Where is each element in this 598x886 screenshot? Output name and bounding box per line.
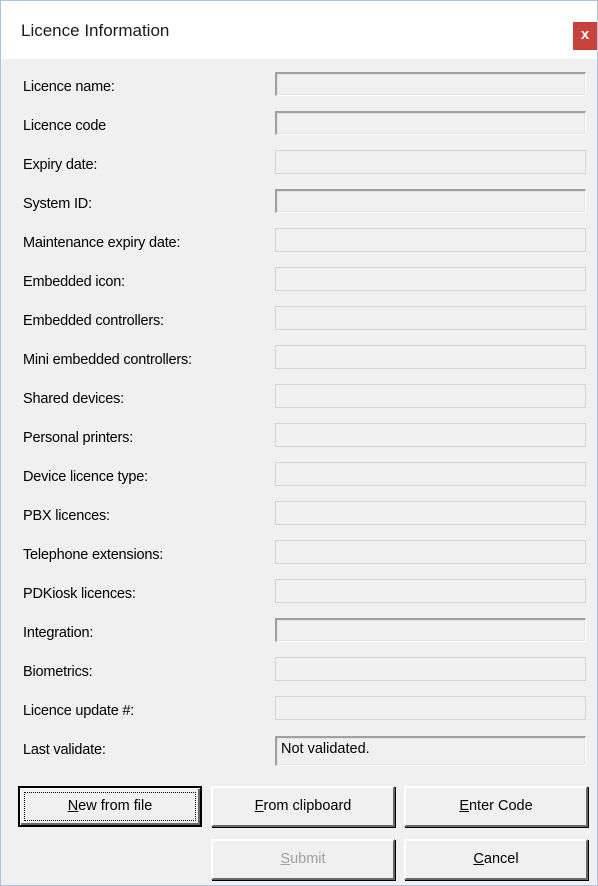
new-from-file-button[interactable]: New from file (18, 786, 202, 827)
close-button[interactable]: x (573, 22, 597, 50)
label-device-licence-type: Device licence type: (23, 469, 148, 485)
personal-printers-field (275, 423, 586, 447)
new-from-file-hotkey: N (67, 798, 79, 814)
expiry-date-field (275, 150, 586, 174)
enter-code-button[interactable]: Enter Code (404, 786, 588, 827)
cancel-hotkey: C (473, 851, 484, 867)
pbx-licences-field (275, 501, 586, 525)
device-licence-type-field (275, 462, 586, 486)
title-bar: Licence Information x (1, 1, 597, 59)
embedded-controllers-field (275, 306, 586, 330)
label-mini-embedded-controllers: Mini embedded controllers: (23, 352, 192, 368)
pdkiosk-licences-field (275, 579, 586, 603)
licence-update-field (275, 696, 586, 720)
enter-code-label: nter Code (468, 798, 533, 814)
last-validate-field: Not validated. (275, 736, 586, 766)
cancel-label: ancel (483, 851, 519, 867)
label-pdkiosk-licences: PDKiosk licences: (23, 586, 136, 602)
from-clipboard-label: rom clipboard (263, 798, 352, 814)
from-clipboard-button[interactable]: From clipboard (211, 786, 395, 827)
licence-code-field[interactable] (275, 111, 586, 135)
label-telephone-extensions: Telephone extensions: (23, 547, 164, 563)
label-shared-devices: Shared devices: (23, 391, 124, 407)
label-licence-update: Licence update #: (23, 703, 135, 719)
label-pbx-licences: PBX licences: (23, 508, 110, 524)
label-licence-code: Licence code (23, 118, 107, 134)
window-title: Licence Information (21, 21, 170, 40)
label-maintenance-expiry-date: Maintenance expiry date: (23, 235, 181, 251)
maintenance-expiry-date-field (275, 228, 586, 252)
biometrics-field (275, 657, 586, 681)
telephone-extensions-field (275, 540, 586, 564)
label-embedded-icon: Embedded icon: (23, 274, 125, 290)
enter-code-hotkey: E (459, 798, 469, 814)
from-clipboard-hotkey: F (254, 798, 264, 814)
integration-field[interactable] (275, 618, 586, 642)
label-integration: Integration: (23, 625, 94, 641)
embedded-icon-field (275, 267, 586, 291)
licence-name-field[interactable] (275, 72, 586, 96)
label-biometrics: Biometrics: (23, 664, 93, 680)
label-embedded-controllers: Embedded controllers: (23, 313, 164, 329)
label-system-id: System ID: (23, 196, 92, 212)
label-expiry-date: Expiry date: (23, 157, 98, 173)
shared-devices-field (275, 384, 586, 408)
mini-embedded-controllers-field (275, 345, 586, 369)
submit-button[interactable]: Submit (211, 839, 395, 880)
system-id-field[interactable] (275, 189, 586, 213)
label-personal-printers: Personal printers: (23, 430, 134, 446)
new-from-file-label: ew from file (78, 798, 153, 814)
dialog-body: Licence name: Licence code Expiry date: … (1, 59, 597, 885)
label-licence-name: Licence name: (23, 79, 115, 95)
label-last-validate: Last validate: (23, 742, 106, 758)
cancel-button[interactable]: Cancel (404, 839, 588, 880)
submit-hotkey: S (280, 851, 291, 867)
licence-dialog: Licence Information x Licence name: Lice… (0, 0, 598, 886)
submit-label: ubmit (290, 851, 326, 867)
